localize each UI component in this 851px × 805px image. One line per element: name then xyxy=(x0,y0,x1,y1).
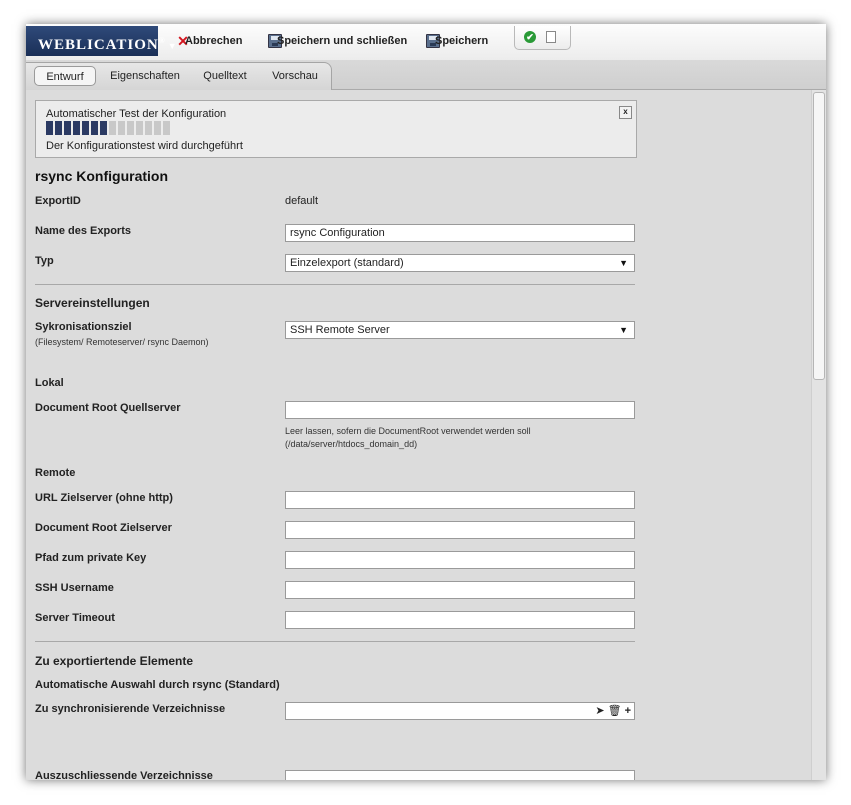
docroot-target-label: Document Root Zielserver xyxy=(35,522,172,534)
sync-target-sublabel: (Filesystem/ Remoteserver/ rsync Daemon) xyxy=(35,337,209,347)
trash-icon[interactable]: 🗑 xyxy=(608,704,622,718)
tab-vorschau[interactable]: Vorschau xyxy=(264,66,326,86)
editor-window: WEBLICATION®▼ ✕ Abbrechen Speichern und s… xyxy=(26,24,826,780)
progress-segment xyxy=(163,121,170,135)
progress-segment xyxy=(109,121,116,135)
export-id-label: ExportID xyxy=(35,195,81,207)
progress-segment xyxy=(118,121,125,135)
tab-quelltext[interactable]: Quelltext xyxy=(194,66,256,86)
progress-segment xyxy=(127,121,134,135)
tab-eigenschaften[interactable]: Eigenschaften xyxy=(106,66,184,86)
page-title: rsync Konfiguration xyxy=(35,168,169,184)
server-timeout-label: Server Timeout xyxy=(35,612,115,624)
private-key-input[interactable] xyxy=(285,551,635,569)
sync-dirs-label: Zu synchronisierende Verzeichnisse xyxy=(35,703,226,715)
docroot-source-input[interactable] xyxy=(285,401,635,419)
export-name-label: Name des Exports xyxy=(35,225,131,237)
export-name-input[interactable]: rsync Configuration xyxy=(285,224,635,242)
tab-entwurf[interactable]: Entwurf xyxy=(34,66,96,86)
cancel-label: Abbrechen xyxy=(185,35,243,47)
url-target-input[interactable] xyxy=(285,491,635,509)
tab-group: Entwurf Eigenschaften Quelltext Vorschau xyxy=(26,62,332,90)
export-id-value: default xyxy=(285,195,319,207)
status-box: ✔ xyxy=(514,26,571,50)
progress-segment xyxy=(145,121,152,135)
list-tools: ➤ 🗑 + xyxy=(592,704,631,718)
type-label: Typ xyxy=(35,255,54,267)
exclude-dirs-label: Auszuschliessende Verzeichnisse xyxy=(35,770,213,780)
progress-segment xyxy=(154,121,161,135)
sync-dirs-list[interactable]: ➤ 🗑 + xyxy=(285,702,635,720)
url-target-label: URL Zielserver (ohne http) xyxy=(35,492,173,504)
local-heading: Lokal xyxy=(35,377,64,389)
save-label: Speichern xyxy=(435,35,489,47)
progress-segment xyxy=(100,121,107,135)
divider xyxy=(35,641,635,642)
config-test-progress xyxy=(46,121,170,135)
progress-segment xyxy=(91,121,98,135)
form-content: Automatischer Test der Konfiguration Der… xyxy=(26,90,811,780)
ssh-username-label: SSH Username xyxy=(35,582,114,594)
save-and-close-label: Speichern und schließen xyxy=(277,35,408,47)
export-elements-heading: Zu exportiertende Elemente xyxy=(35,654,194,668)
save-button[interactable]: Speichern xyxy=(426,33,488,49)
progress-segment xyxy=(136,121,143,135)
weblication-logo[interactable]: WEBLICATION®▼ xyxy=(26,26,177,56)
server-settings-heading: Servereinstellungen xyxy=(35,296,150,310)
cursor-select-icon[interactable]: ➤ xyxy=(595,704,604,718)
sync-target-label: Sykronisationsziel xyxy=(35,321,132,333)
logo-text: WEBLICATION xyxy=(38,37,159,53)
save-and-close-button[interactable]: Speichern und schließen xyxy=(268,33,407,49)
progress-segment xyxy=(73,121,80,135)
progress-segment xyxy=(64,121,71,135)
private-key-label: Pfad zum private Key xyxy=(35,552,147,564)
docroot-source-label: Document Root Quellserver xyxy=(35,402,181,414)
logo-registered-mark: ® xyxy=(158,36,166,45)
divider xyxy=(35,284,635,285)
type-select[interactable]: Einzelexport (standard) ▼ xyxy=(285,254,635,272)
scrollbar-thumb[interactable] xyxy=(813,92,825,380)
cancel-button[interactable]: ✕ Abbrechen xyxy=(176,33,242,49)
auto-selection-label: Automatische Auswahl durch rsync (Standa… xyxy=(35,679,280,691)
progress-segment xyxy=(82,121,89,135)
sync-target-value: SSH Remote Server xyxy=(290,324,390,336)
config-test-status: Der Konfigurationstest wird durchgeführt xyxy=(46,140,243,152)
add-icon[interactable]: + xyxy=(625,704,631,718)
docroot-target-input[interactable] xyxy=(285,521,635,539)
tab-bar: Entwurf Eigenschaften Quelltext Vorschau xyxy=(26,60,826,90)
progress-segment xyxy=(46,121,53,135)
toolbar: WEBLICATION®▼ ✕ Abbrechen Speichern und s… xyxy=(26,24,826,60)
type-select-value: Einzelexport (standard) xyxy=(290,257,404,269)
check-circle-icon[interactable]: ✔ xyxy=(524,31,536,43)
ssh-username-input[interactable] xyxy=(285,581,635,599)
document-icon[interactable] xyxy=(546,31,556,43)
server-timeout-input[interactable] xyxy=(285,611,635,629)
dropdown-arrow-icon: ▼ xyxy=(619,258,628,268)
dropdown-arrow-icon: ▼ xyxy=(619,325,628,335)
exclude-dirs-list[interactable] xyxy=(285,770,635,780)
config-test-title: Automatischer Test der Konfiguration xyxy=(46,108,227,120)
docroot-source-hint: Leer lassen, sofern die DocumentRoot ver… xyxy=(285,426,531,449)
close-icon[interactable]: x xyxy=(619,106,632,119)
sync-target-select[interactable]: SSH Remote Server ▼ xyxy=(285,321,635,339)
config-test-box: Automatischer Test der Konfiguration Der… xyxy=(35,100,637,158)
remote-heading: Remote xyxy=(35,467,76,479)
progress-segment xyxy=(55,121,62,135)
